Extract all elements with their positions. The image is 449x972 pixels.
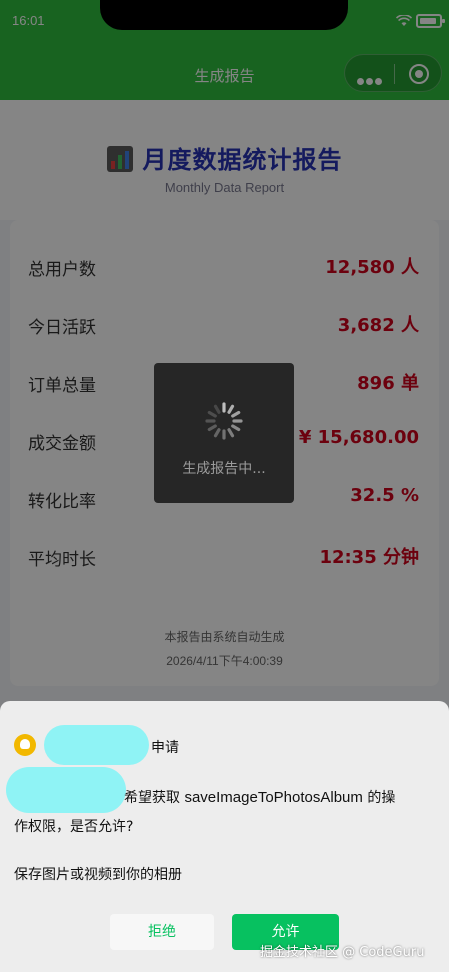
permission-sheet: 申请 希望获取 saveImageToPhotosAlbum 的操 作权限，是否… [0,701,449,972]
redacted-app-name-2 [6,767,126,813]
watermark: 掘金技术社区 @ CodeGuru [260,945,425,960]
redacted-app-name [44,725,149,765]
request-suffix: 的操 [367,790,396,806]
request-prefix: 希望获取 [124,790,180,806]
permission-request-line-2: 作权限，是否允许? [14,819,134,835]
permission-description: 保存图片或视频到你的相册 [14,867,182,883]
apply-label: 申请 [151,740,179,756]
api-name: saveImageToPhotosAlbum [184,789,363,806]
loading-spinner-icon [205,402,243,440]
permission-request-line: 希望获取 saveImageToPhotosAlbum 的操 [124,787,395,807]
app-avatar-icon [14,734,36,756]
deny-button[interactable]: 拒绝 [110,914,214,950]
loading-text: 生成报告中... [182,461,266,477]
loading-toast: 生成报告中... [154,363,294,503]
